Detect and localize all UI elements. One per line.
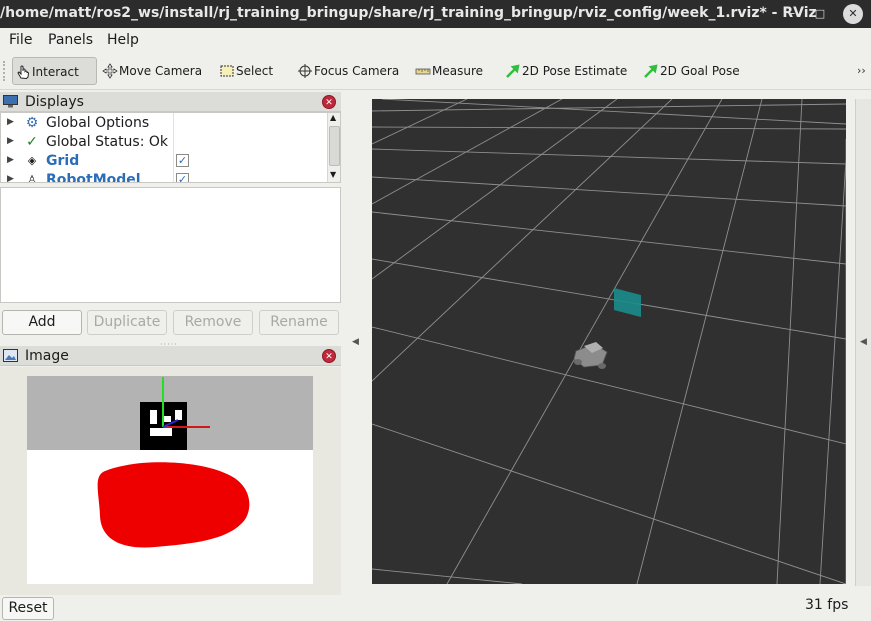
tool-move-camera[interactable]: Move Camera <box>100 57 202 85</box>
tool-focus-camera[interactable]: Focus Camera <box>295 57 399 85</box>
gear-icon: ⚙ <box>25 115 39 131</box>
tree-item-grid[interactable]: ▶ ◈ Grid ✓ <box>1 152 327 171</box>
image-panel-title: Image <box>25 348 69 364</box>
checkmark-icon: ✓ <box>26 134 38 150</box>
grid-icon: ◈ <box>27 154 37 167</box>
image-panel-header: Image ✕ <box>0 346 341 366</box>
crosshair-icon <box>298 63 312 78</box>
tool-move-camera-label: Move Camera <box>119 64 203 78</box>
tool-focus-camera-label: Focus Camera <box>314 64 400 78</box>
menu-file[interactable]: File <box>9 32 32 48</box>
window-title: /home/matt/ros2_ws/install/rj_training_b… <box>0 5 817 21</box>
tool-select-label: Select <box>236 64 274 78</box>
ground-grid <box>372 99 846 584</box>
tool-measure-label: Measure <box>432 64 483 78</box>
monitor-icon <box>3 95 18 108</box>
collapse-right-arrow-icon[interactable]: ◀ <box>860 337 867 347</box>
displays-tree: ▶ ⚙ Global Options ▶ ✓ Global Status: Ok… <box>0 112 341 183</box>
duplicate-display-button[interactable]: Duplicate <box>87 310 167 335</box>
tool-bar: Interact Move Camera Select Focus Camera… <box>0 52 871 90</box>
scroll-up-arrow-icon[interactable]: ▲ <box>330 113 336 122</box>
collapse-left-arrow-icon[interactable]: ◀ <box>352 337 359 347</box>
fps-readout: 31 fps <box>805 597 849 613</box>
tool-select[interactable]: Select <box>217 57 273 85</box>
window-titlebar: /home/matt/ros2_ws/install/rj_training_b… <box>0 0 871 28</box>
marker-plane <box>614 288 641 317</box>
hand-pointer-icon <box>17 65 30 79</box>
tree-item-robotmodel[interactable]: ▶ ♙ RobotModel ✓ <box>1 171 327 183</box>
displays-panel-header: Displays ✕ <box>0 92 341 112</box>
display-properties-area <box>0 187 341 303</box>
image-close-button[interactable]: ✕ <box>322 349 336 363</box>
tool-2d-pose-estimate[interactable]: 2D Pose Estimate <box>503 57 627 85</box>
tree-item-label: Grid <box>46 153 80 169</box>
rename-display-button[interactable]: Rename <box>259 310 339 335</box>
displays-panel-title: Displays <box>25 94 84 110</box>
tool-interact-label: Interact <box>32 65 79 79</box>
ruler-icon <box>415 68 431 74</box>
close-window-button[interactable]: ✕ <box>843 4 863 24</box>
tool-interact[interactable]: Interact <box>12 57 97 85</box>
maximize-button[interactable]: □ <box>810 4 830 24</box>
green-arrow-icon <box>644 63 658 78</box>
expand-arrow-icon[interactable]: ▶ <box>7 155 14 165</box>
tree-item-global-options[interactable]: ▶ ⚙ Global Options <box>1 114 327 133</box>
remove-display-button[interactable]: Remove <box>173 310 253 335</box>
minimize-button[interactable]: – <box>782 4 802 24</box>
select-box-icon <box>220 65 234 76</box>
robotmodel-enabled-checkbox[interactable]: ✓ <box>176 173 189 182</box>
menu-help[interactable]: Help <box>107 32 139 48</box>
expand-arrow-icon[interactable]: ▶ <box>7 136 14 146</box>
toolbar-grip[interactable] <box>3 61 7 81</box>
move-arrows-icon <box>102 62 118 79</box>
grid-view <box>372 99 846 584</box>
displays-close-button[interactable]: ✕ <box>322 95 336 109</box>
green-arrow-icon <box>506 63 520 78</box>
tree-item-label: Global Options <box>46 115 150 131</box>
menu-panels[interactable]: Panels <box>48 32 93 48</box>
render-3d-viewport[interactable] <box>372 99 846 584</box>
menu-bar: File Panels Help <box>0 28 871 52</box>
tree-item-label: RobotModel <box>46 172 141 183</box>
scroll-down-arrow-icon[interactable]: ▼ <box>330 170 336 179</box>
add-display-button[interactable]: Add <box>2 310 82 335</box>
tool-2d-pose-estimate-label: 2D Pose Estimate <box>522 64 628 78</box>
scrollbar-thumb[interactable] <box>329 126 340 166</box>
robot-model <box>573 342 608 369</box>
tool-measure[interactable]: Measure <box>413 57 483 85</box>
tree-item-global-status[interactable]: ▶ ✓ Global Status: Ok <box>1 133 327 152</box>
expand-arrow-icon[interactable]: ▶ <box>7 174 14 182</box>
tree-scrollbar[interactable]: ▲ ▼ <box>327 113 340 182</box>
grid-enabled-checkbox[interactable]: ✓ <box>176 154 189 167</box>
image-view <box>0 367 341 595</box>
toolbar-overflow-button[interactable]: ›› <box>857 64 866 77</box>
reset-button[interactable]: Reset <box>2 597 54 620</box>
image-icon <box>3 349 18 362</box>
robot-icon: ♙ <box>26 173 38 183</box>
tool-2d-goal-pose[interactable]: 2D Goal Pose <box>641 57 740 85</box>
expand-arrow-icon[interactable]: ▶ <box>7 117 14 127</box>
tool-2d-goal-pose-label: 2D Goal Pose <box>660 64 740 78</box>
camera-image <box>27 376 313 584</box>
tree-item-label: Global Status: Ok <box>46 134 169 150</box>
